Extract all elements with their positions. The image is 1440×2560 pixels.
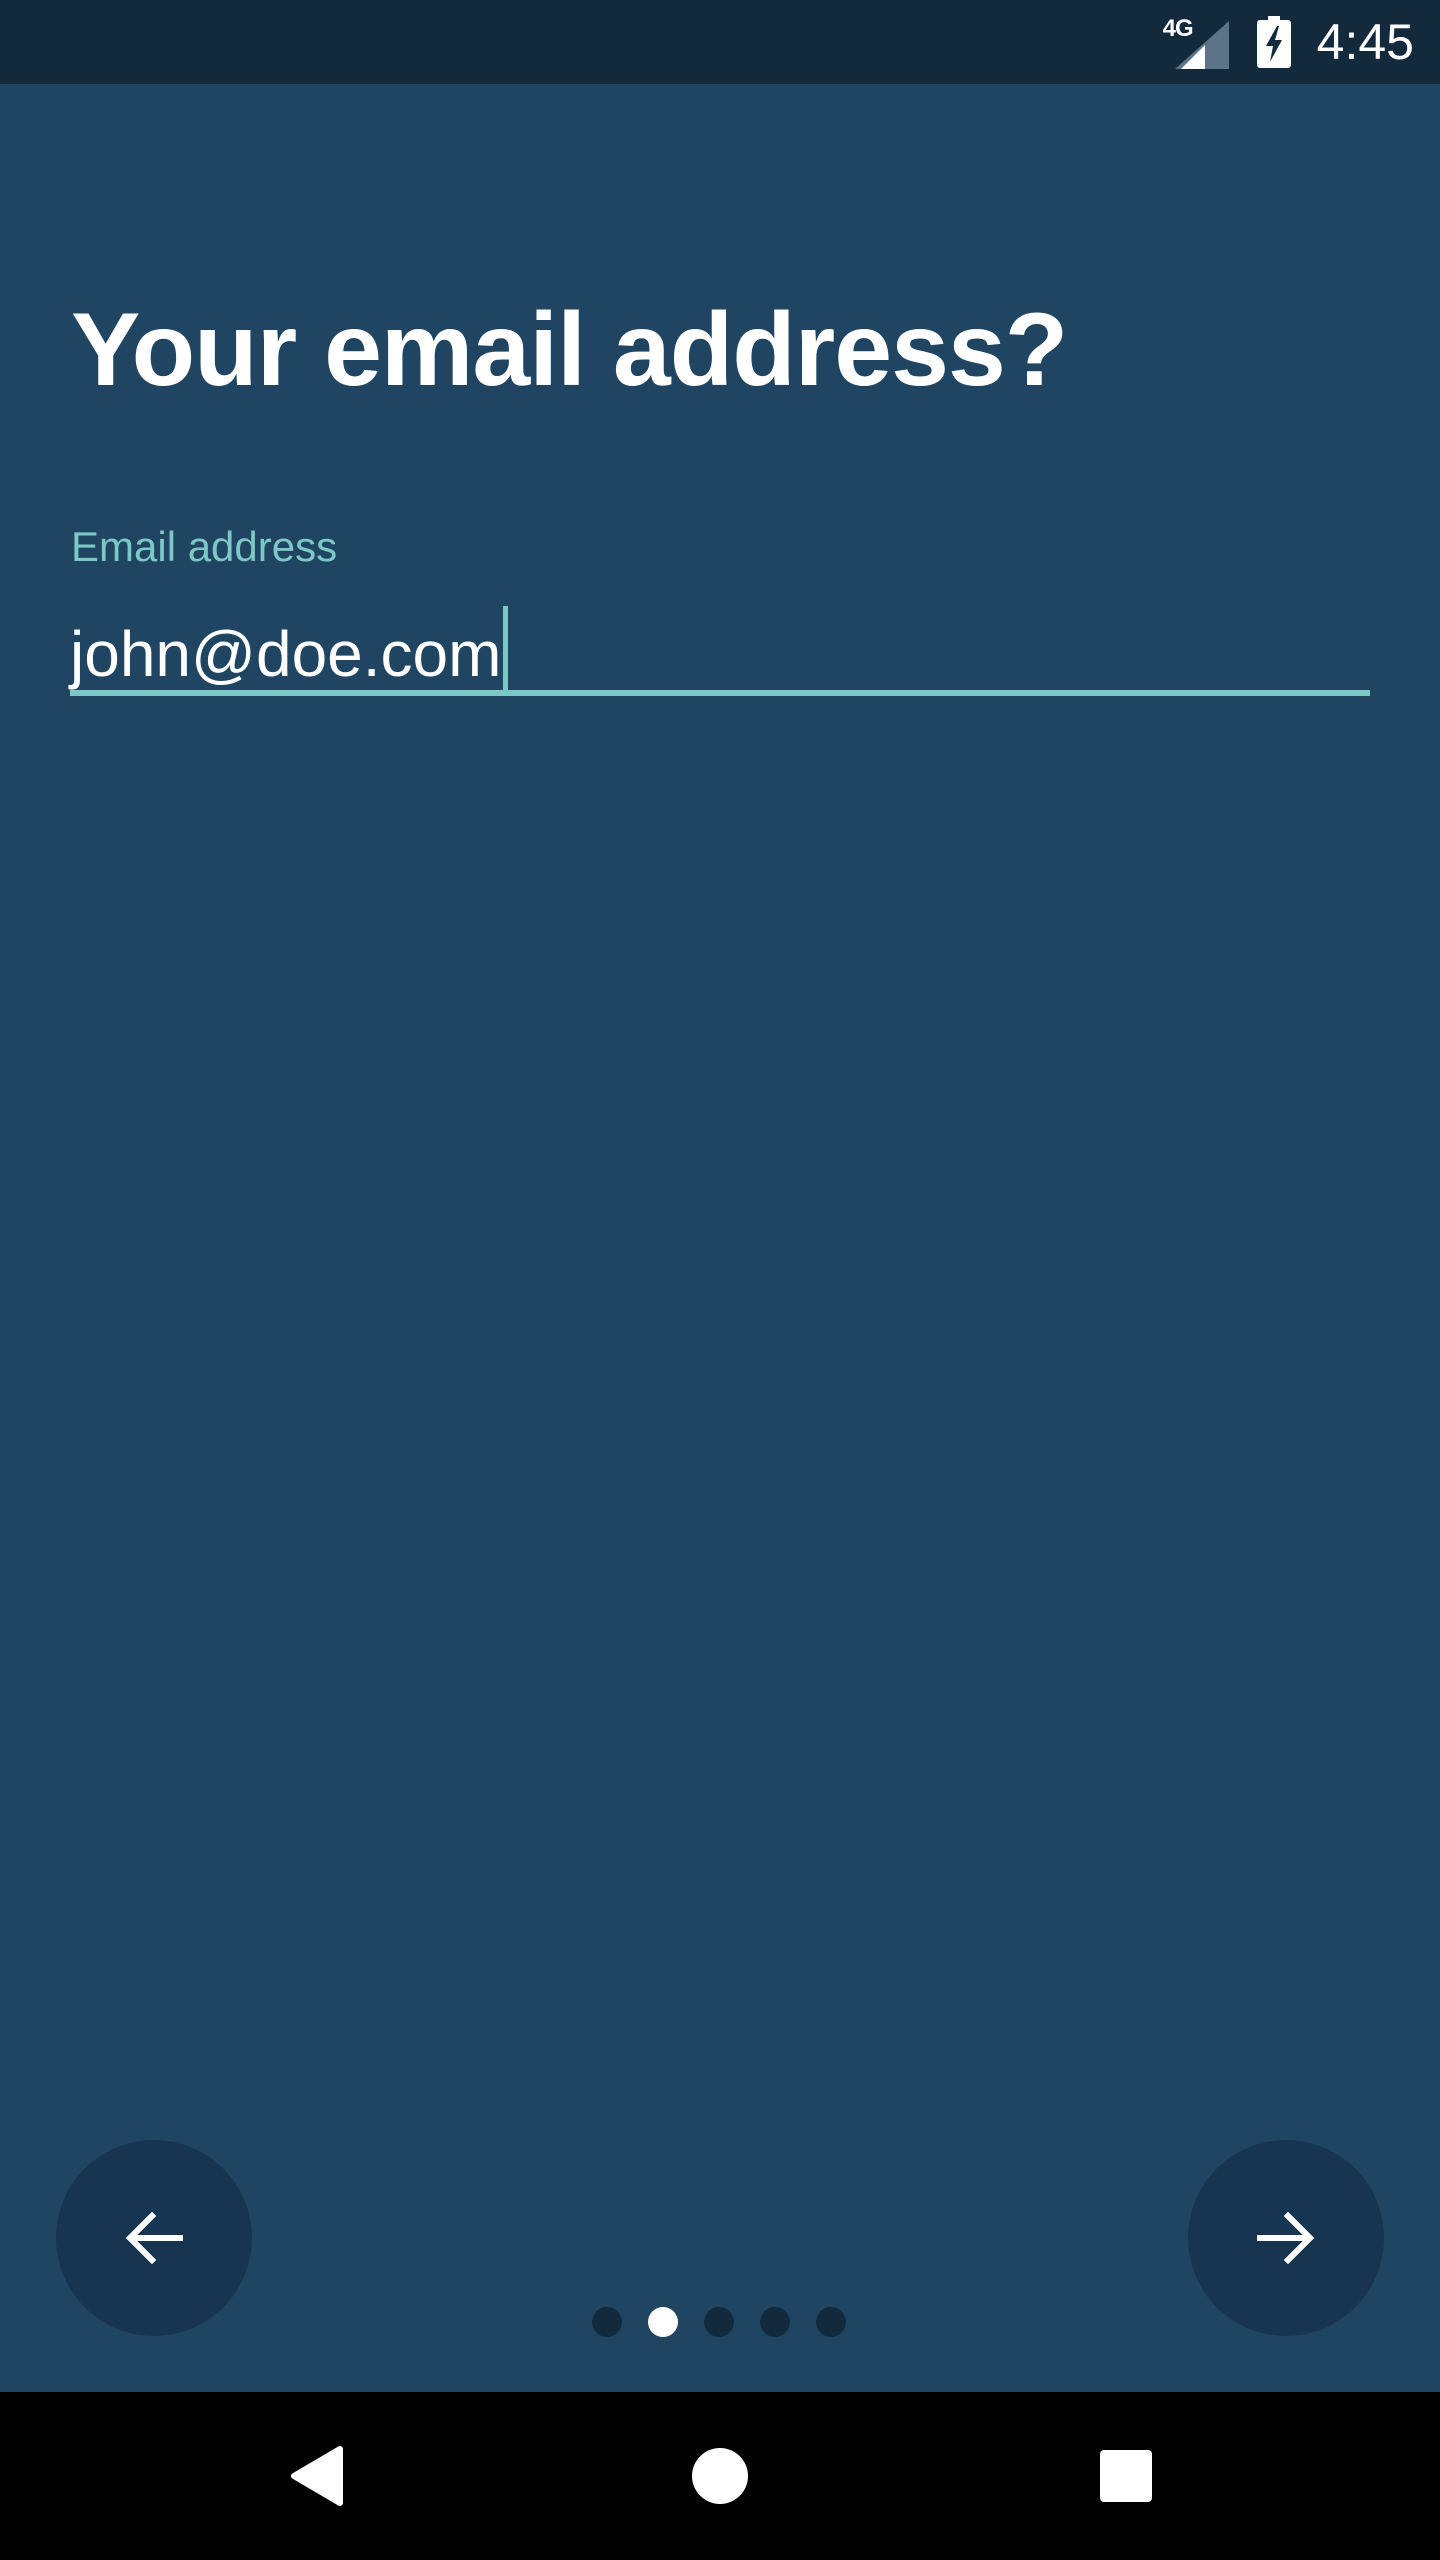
back-button[interactable] — [56, 2140, 252, 2336]
triangle-back-icon — [291, 2446, 343, 2506]
text-cursor — [503, 606, 509, 690]
page-dot — [760, 2307, 790, 2337]
page-dot — [592, 2307, 622, 2337]
page-dot — [704, 2307, 734, 2337]
page-dot-active — [648, 2307, 678, 2337]
system-navigation-bar — [0, 2392, 1440, 2560]
page-indicator — [592, 2307, 872, 2337]
email-input-text: john@doe.com — [70, 618, 502, 690]
square-recents-icon — [1100, 2450, 1152, 2502]
email-field-label: Email address — [71, 523, 338, 570]
page-title: Your email address? — [71, 292, 1068, 408]
email-field-value[interactable]: john@doe.com — [70, 606, 509, 690]
status-icons: 4G 4:45 — [1163, 0, 1414, 84]
cell-signal-icon: 4G — [1163, 15, 1229, 69]
arrow-right-icon — [1257, 2211, 1315, 2265]
system-back-button[interactable] — [236, 2392, 396, 2560]
email-field-underline — [70, 690, 1370, 696]
onboarding-screen: 4G 4:45 Your email address? Email addres… — [0, 0, 1440, 2560]
system-home-button[interactable] — [640, 2392, 800, 2560]
arrow-left-icon — [125, 2211, 183, 2265]
status-bar: 4G 4:45 — [0, 0, 1440, 84]
status-time: 4:45 — [1316, 14, 1414, 70]
next-button[interactable] — [1188, 2140, 1384, 2336]
battery-charging-icon — [1256, 16, 1291, 68]
system-recents-button[interactable] — [1046, 2392, 1206, 2560]
page-dot — [816, 2307, 846, 2337]
email-field[interactable]: john@doe.com — [70, 596, 1370, 692]
circle-home-icon — [692, 2448, 748, 2504]
